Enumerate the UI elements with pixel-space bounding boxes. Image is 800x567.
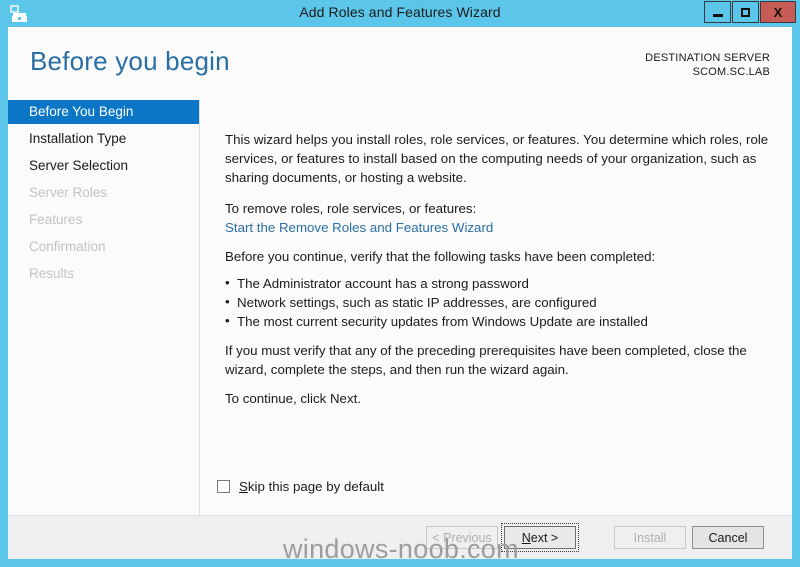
- sidebar-item-installation-type[interactable]: Installation Type: [8, 127, 199, 151]
- destination-server-label: DESTINATION SERVER: [645, 51, 770, 65]
- intro-paragraph: This wizard helps you install roles, rol…: [225, 130, 770, 187]
- window-controls: X: [704, 1, 796, 23]
- continue-paragraph: To continue, click Next.: [225, 389, 770, 408]
- prerequisite-paragraph: If you must verify that any of the prece…: [225, 341, 770, 379]
- wizard-navigation: Before You Begin Installation Type Serve…: [8, 100, 200, 515]
- minimize-button[interactable]: [704, 1, 731, 23]
- window-title: Add Roles and Features Wizard: [0, 4, 800, 20]
- skip-page-option[interactable]: Skip this page by default: [217, 479, 384, 494]
- previous-button: < Previous: [426, 526, 498, 549]
- remove-roles-link[interactable]: Start the Remove Roles and Features Wiza…: [225, 220, 493, 235]
- wizard-window: Add Roles and Features Wizard X Before y…: [0, 0, 800, 567]
- cancel-button[interactable]: Cancel: [692, 526, 764, 549]
- sidebar-item-confirmation: Confirmation: [8, 235, 199, 259]
- sidebar-item-before-you-begin[interactable]: Before You Begin: [8, 100, 199, 124]
- list-item: The Administrator account has a strong p…: [225, 274, 770, 293]
- sidebar-item-results: Results: [8, 262, 199, 286]
- list-item: Network settings, such as static IP addr…: [225, 293, 770, 312]
- remove-heading: To remove roles, role services, or featu…: [225, 199, 770, 218]
- next-label-rest: ext >: [531, 531, 558, 545]
- wizard-content: This wizard helps you install roles, rol…: [201, 100, 792, 515]
- prerequisite-list: The Administrator account has a strong p…: [225, 274, 770, 331]
- skip-label-rest: kip this page by default: [248, 479, 384, 494]
- minimize-icon: [713, 14, 723, 17]
- sidebar-item-server-selection[interactable]: Server Selection: [8, 154, 199, 178]
- verify-heading: Before you continue, verify that the fol…: [225, 247, 770, 266]
- next-accel: N: [522, 531, 531, 545]
- wizard-header: Before you begin DESTINATION SERVER SCOM…: [8, 27, 792, 100]
- sidebar-item-features: Features: [8, 208, 199, 232]
- next-button[interactable]: Next >: [504, 526, 576, 549]
- list-item: The most current security updates from W…: [225, 312, 770, 331]
- skip-accel: S: [239, 479, 248, 494]
- title-bar[interactable]: Add Roles and Features Wizard X: [0, 0, 800, 27]
- destination-server-block: DESTINATION SERVER SCOM.SC.LAB: [645, 51, 770, 79]
- page-title: Before you begin: [30, 46, 230, 77]
- maximize-icon: [741, 8, 750, 17]
- install-button: Install: [614, 526, 686, 549]
- skip-page-checkbox[interactable]: [217, 480, 230, 493]
- close-button[interactable]: X: [760, 1, 796, 23]
- button-bar: < Previous Next > Install Cancel: [8, 515, 792, 559]
- sidebar-item-server-roles: Server Roles: [8, 181, 199, 205]
- skip-page-label: Skip this page by default: [239, 479, 384, 494]
- destination-server-name: SCOM.SC.LAB: [645, 65, 770, 79]
- client-area: Before you begin DESTINATION SERVER SCOM…: [8, 27, 792, 559]
- maximize-button[interactable]: [732, 1, 759, 23]
